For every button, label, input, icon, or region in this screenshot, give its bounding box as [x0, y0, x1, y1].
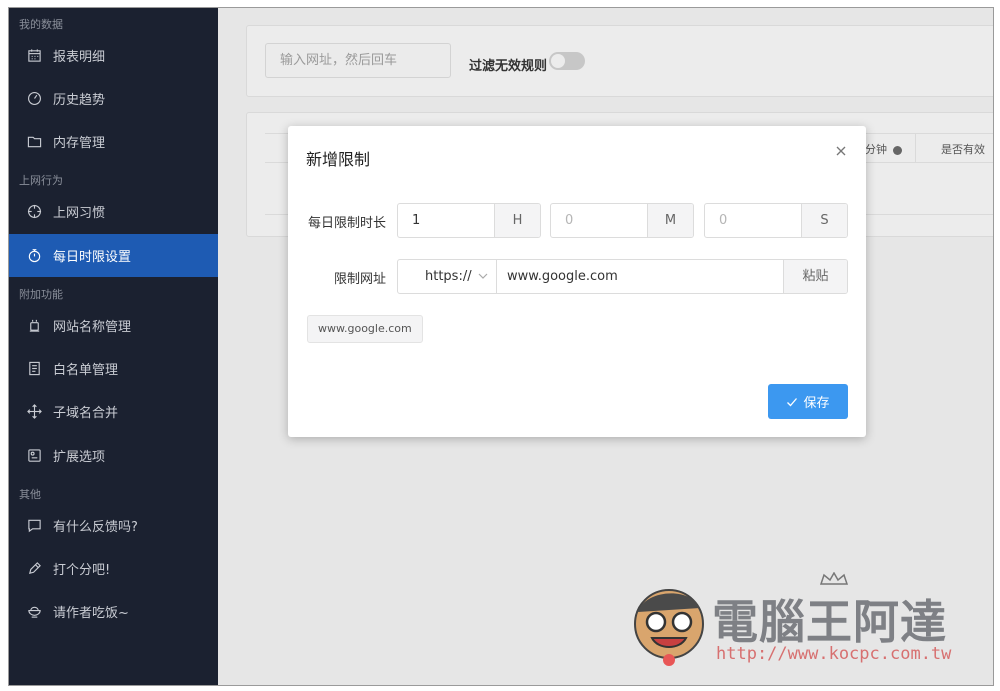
- mascot-logo-icon: [634, 589, 704, 666]
- url-tag[interactable]: www.google.com: [307, 315, 423, 343]
- crown-icon: [819, 572, 849, 585]
- sidebar-item-label: 报表明细: [53, 50, 106, 65]
- hours-input[interactable]: 1 H: [397, 203, 541, 238]
- pencil-icon: [26, 561, 42, 577]
- rice-bowl-icon: [26, 604, 42, 620]
- dialog-title: 新增限制: [306, 150, 371, 169]
- watermark-url: http://www.kocpc.com.tw: [716, 644, 952, 664]
- watermark: 電腦王阿達 http://www.kocpc.com.tw: [624, 572, 974, 668]
- filter-invalid-rules-toggle[interactable]: [549, 52, 585, 70]
- sidebar-item-history-trend[interactable]: 历史趋势: [9, 77, 218, 120]
- sidebar-item-label: 打个分吧!: [53, 563, 111, 578]
- sidebar-item-rate[interactable]: 打个分吧!: [9, 547, 218, 590]
- limit-url-label: 限制网址: [333, 272, 386, 287]
- sidebar-item-label: 网站名称管理: [53, 320, 132, 335]
- close-button[interactable]: [832, 142, 850, 160]
- minutes-placeholder: 0: [565, 213, 574, 228]
- hours-value: 1: [412, 213, 421, 228]
- speedometer-icon: [26, 91, 42, 107]
- limit-url-field-group: https:// www.google.com 粘贴: [397, 259, 848, 294]
- sidebar-item-label: 历史趋势: [53, 93, 106, 108]
- sidebar-item-label: 扩展选项: [53, 450, 106, 465]
- sidebar-section-browsing-behavior: 上网行为: [19, 174, 63, 187]
- filter-invalid-rules-label: 过滤无效规则: [469, 59, 548, 74]
- sidebar-item-label: 子域名合并: [53, 406, 119, 421]
- sidebar-item-label: 白名单管理: [53, 363, 119, 378]
- sidebar-section-other: 其他: [19, 488, 41, 501]
- column-header-minutes: 分钟: [865, 141, 902, 157]
- seconds-input[interactable]: 0 S: [704, 203, 848, 238]
- cup-icon: [26, 318, 42, 334]
- hours-unit: H: [494, 204, 540, 237]
- calendar-icon: [26, 48, 42, 64]
- sidebar: 我的数据 报表明细 历史趋势 内存管理 上网行为 上网习惯 每日时限设置 附加功…: [9, 8, 218, 685]
- paste-button[interactable]: 粘贴: [783, 260, 847, 293]
- sidebar-item-label: 内存管理: [53, 136, 106, 151]
- minutes-input[interactable]: 0 M: [550, 203, 694, 238]
- protocol-select[interactable]: https://: [398, 260, 497, 293]
- folder-icon: [26, 134, 42, 150]
- save-button[interactable]: 保存: [768, 384, 848, 419]
- sidebar-item-extension-options[interactable]: 扩展选项: [9, 434, 218, 477]
- url-search-input[interactable]: 输入网址，然后回车: [265, 43, 451, 78]
- sidebar-item-browsing-habits[interactable]: 上网习惯: [9, 190, 218, 233]
- sidebar-item-whitelist-management[interactable]: 白名单管理: [9, 347, 218, 390]
- seconds-unit: S: [801, 204, 847, 237]
- document-icon: [26, 361, 42, 377]
- chevron-down-icon: [478, 273, 488, 279]
- save-button-label: 保存: [803, 396, 830, 411]
- daily-limit-label: 每日限制时长: [307, 216, 386, 231]
- sidebar-item-report-detail[interactable]: 报表明细: [9, 34, 218, 77]
- sidebar-item-memory-management[interactable]: 内存管理: [9, 120, 218, 163]
- column-divider: [915, 134, 916, 162]
- move-arrows-icon: [26, 404, 42, 420]
- stopwatch-icon: [26, 248, 42, 264]
- add-limit-dialog: 新增限制 每日限制时长 1 H 0 M 0 S 限制网址 https:// ww…: [288, 126, 866, 437]
- sidebar-item-subdomain-merge[interactable]: 子域名合并: [9, 390, 218, 433]
- crosshair-icon: [26, 204, 42, 220]
- column-header-valid: 是否有效: [941, 143, 985, 156]
- sidebar-item-label: 请作者吃饭~: [53, 606, 129, 621]
- sidebar-item-donate[interactable]: 请作者吃饭~: [9, 590, 218, 633]
- sidebar-item-label: 有什么反馈吗?: [53, 520, 138, 535]
- sidebar-item-site-name-management[interactable]: 网站名称管理: [9, 304, 218, 347]
- chat-bubble-icon: [26, 518, 42, 534]
- check-icon: [787, 397, 798, 406]
- seconds-placeholder: 0: [719, 213, 728, 228]
- sidebar-item-label: 上网习惯: [53, 206, 106, 221]
- limit-url-input[interactable]: www.google.com: [497, 260, 783, 293]
- sidebar-item-daily-limit[interactable]: 每日时限设置: [9, 234, 218, 277]
- info-icon: [892, 145, 902, 155]
- close-icon: [836, 146, 846, 156]
- settings-box-icon: [26, 448, 42, 464]
- toggle-knob: [551, 54, 565, 68]
- sidebar-item-feedback[interactable]: 有什么反馈吗?: [9, 504, 218, 547]
- protocol-value: https://: [425, 269, 472, 284]
- sidebar-section-extras: 附加功能: [19, 288, 63, 301]
- minutes-unit: M: [647, 204, 693, 237]
- watermark-name: 電腦王阿達: [712, 595, 947, 649]
- sidebar-item-label: 每日时限设置: [53, 250, 132, 265]
- filter-card: 输入网址，然后回车 过滤无效规则: [246, 25, 993, 97]
- sidebar-section-my-data: 我的数据: [19, 18, 63, 31]
